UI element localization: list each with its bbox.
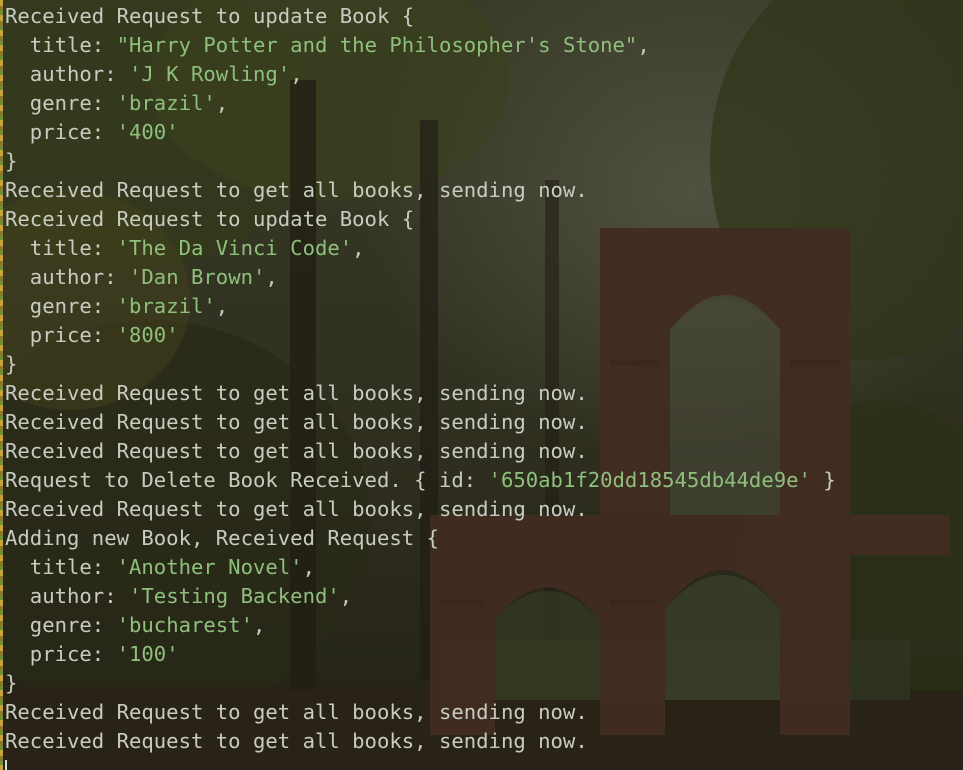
log-key: author: [5, 62, 129, 86]
log-text: Received Request to get all books, sendi… [5, 700, 588, 724]
log-string-value: 'brazil' [116, 91, 216, 115]
log-punctuation: , [265, 265, 278, 289]
log-line: Received Request to get all books, sendi… [5, 408, 836, 437]
log-line: author: 'Testing Backend', [5, 582, 836, 611]
log-line: } [5, 669, 836, 698]
log-string-value: "Harry Potter and the Philosopher's Ston… [116, 33, 638, 57]
log-line: title: 'The Da Vinci Code', [5, 234, 836, 263]
log-line [5, 756, 836, 770]
log-key: title: [5, 555, 117, 579]
log-text: } [5, 671, 18, 695]
log-string-value: 'J K Rowling' [129, 62, 291, 86]
log-text: Received Request to get all books, sendi… [5, 381, 588, 405]
log-string-value: 'Dan Brown' [129, 265, 266, 289]
log-key: author: [5, 265, 129, 289]
log-line: Adding new Book, Received Request { [5, 524, 836, 553]
log-key: genre: [5, 294, 117, 318]
log-line: Request to Delete Book Received. { id: '… [5, 466, 836, 495]
log-punctuation: , [352, 236, 365, 260]
log-punctuation: , [215, 294, 229, 318]
log-line: Received Request to update Book { [5, 205, 836, 234]
log-line: genre: 'brazil', [5, 292, 836, 321]
log-punctuation: , [339, 584, 353, 608]
log-line: price: '400' [5, 118, 836, 147]
log-line: author: 'J K Rowling', [5, 60, 836, 89]
log-string-value: '100' [116, 642, 179, 666]
log-text: Received Request to get all books, sendi… [5, 178, 588, 202]
log-key: author: [5, 584, 129, 608]
terminal-output[interactable]: Received Request to update Book { title:… [5, 2, 836, 770]
log-line: Received Request to get all books, sendi… [5, 437, 836, 466]
log-punctuation: } [810, 468, 836, 492]
log-line: price: '100' [5, 640, 836, 669]
log-key: price: [5, 120, 117, 144]
log-line: Received Request to get all books, sendi… [5, 495, 836, 524]
log-text: } [5, 352, 18, 376]
text-cursor [5, 760, 7, 770]
log-key: genre: [5, 613, 117, 637]
log-line: Received Request to get all books, sendi… [5, 176, 836, 205]
log-punctuation: , [215, 91, 229, 115]
log-key: price: [5, 642, 117, 666]
log-line: price: '800' [5, 321, 836, 350]
log-key: Request to Delete Book Received. { id: [5, 468, 489, 492]
log-text: Received Request to get all books, sendi… [5, 439, 588, 463]
log-text: Received Request to get all books, sendi… [5, 410, 588, 434]
log-key: title: [5, 33, 117, 57]
log-string-value: 'brazil' [116, 294, 216, 318]
log-line: Received Request to get all books, sendi… [5, 727, 836, 756]
log-key: genre: [5, 91, 117, 115]
log-string-value: 'The Da Vinci Code' [116, 236, 353, 260]
log-text: Received Request to get all books, sendi… [5, 497, 588, 521]
log-string-value: '400' [116, 120, 179, 144]
log-key: title: [5, 236, 117, 260]
log-text: Received Request to get all books, sendi… [5, 729, 588, 753]
log-string-value: '650ab1f20dd18545db44de9e' [488, 468, 811, 492]
log-text: Received Request to update Book { [5, 4, 415, 28]
log-line: } [5, 350, 836, 379]
log-line: title: 'Another Novel', [5, 553, 836, 582]
log-punctuation: , [290, 62, 303, 86]
log-line: Received Request to get all books, sendi… [5, 379, 836, 408]
log-line: genre: 'brazil', [5, 89, 836, 118]
log-text: Received Request to update Book { [5, 207, 415, 231]
log-line: } [5, 147, 836, 176]
log-line: author: 'Dan Brown', [5, 263, 836, 292]
log-string-value: 'bucharest' [116, 613, 253, 637]
log-key: price: [5, 323, 117, 347]
log-text: } [5, 149, 18, 173]
left-edge-strip [0, 0, 3, 770]
log-line: title: "Harry Potter and the Philosopher… [5, 31, 836, 60]
log-string-value: 'Another Novel' [116, 555, 303, 579]
log-string-value: 'Testing Backend' [129, 584, 340, 608]
log-line: Received Request to update Book { [5, 2, 836, 31]
log-punctuation: , [302, 555, 315, 579]
log-punctuation: , [637, 33, 650, 57]
log-line: Received Request to get all books, sendi… [5, 698, 836, 727]
terminal-window[interactable]: Received Request to update Book { title:… [0, 0, 963, 770]
log-punctuation: , [252, 613, 266, 637]
log-text: Adding new Book, Received Request { [5, 526, 439, 550]
log-line: genre: 'bucharest', [5, 611, 836, 640]
log-string-value: '800' [116, 323, 179, 347]
